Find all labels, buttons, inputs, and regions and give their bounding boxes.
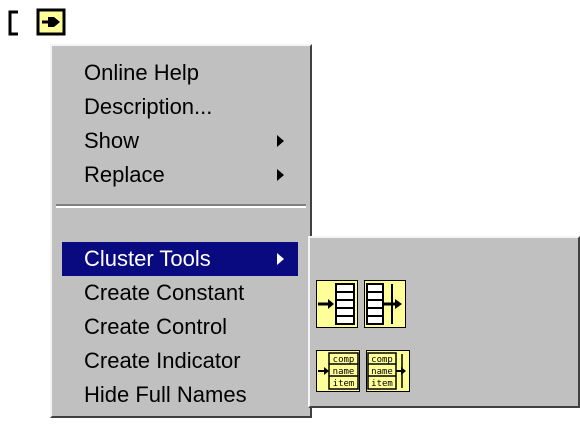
cluster-tools-submenu: comp name item comp name item: [308, 236, 580, 408]
menu-item-label: Create Indicator: [84, 348, 241, 373]
name-label: name: [371, 367, 393, 377]
menu-item-label: Show: [84, 128, 140, 153]
menu-item-label: Replace: [84, 162, 165, 187]
item-label: item: [333, 379, 355, 389]
bundle-icon[interactable]: [316, 280, 358, 328]
menu-item-cluster-tools[interactable]: Cluster Tools: [62, 242, 298, 276]
menu-item-online-help[interactable]: Online Help: [62, 56, 298, 90]
menu-item-show[interactable]: Show: [62, 124, 298, 158]
cluster-node-icon[interactable]: [4, 4, 80, 38]
menu-item-create-control[interactable]: Create Control: [62, 310, 298, 344]
menu-item-label: Description...: [84, 94, 213, 119]
menu-item-create-constant[interactable]: Create Constant: [62, 276, 298, 310]
menu-item-replace[interactable]: Replace: [62, 158, 298, 192]
unbundle-by-name-icon[interactable]: comp name item: [366, 350, 410, 392]
comp-label: comp: [333, 355, 355, 365]
item-label: item: [371, 379, 393, 389]
menu-item-hide-full-names[interactable]: Hide Full Names: [62, 378, 298, 412]
menu-item-create-indicator[interactable]: Create Indicator: [62, 344, 298, 378]
submenu-arrow-icon: [277, 169, 284, 181]
submenu-arrow-icon: [277, 253, 284, 265]
unbundle-icon[interactable]: [364, 280, 406, 328]
menu-item-label: Hide Full Names: [84, 382, 247, 407]
name-label: name: [333, 367, 355, 377]
menu-item-description[interactable]: Description...: [62, 90, 298, 124]
menu-item-label: Create Constant: [84, 280, 245, 305]
submenu-arrow-icon: [277, 135, 284, 147]
comp-label: comp: [371, 355, 393, 365]
menu-item-label: Cluster Tools: [84, 246, 211, 271]
menu-item-label: Online Help: [84, 60, 199, 85]
context-menu: Online Help Description... Show Replace …: [50, 44, 312, 418]
menu-separator: [56, 204, 306, 208]
bundle-by-name-icon[interactable]: comp name item: [316, 350, 360, 392]
menu-item-label: Create Control: [84, 314, 228, 339]
